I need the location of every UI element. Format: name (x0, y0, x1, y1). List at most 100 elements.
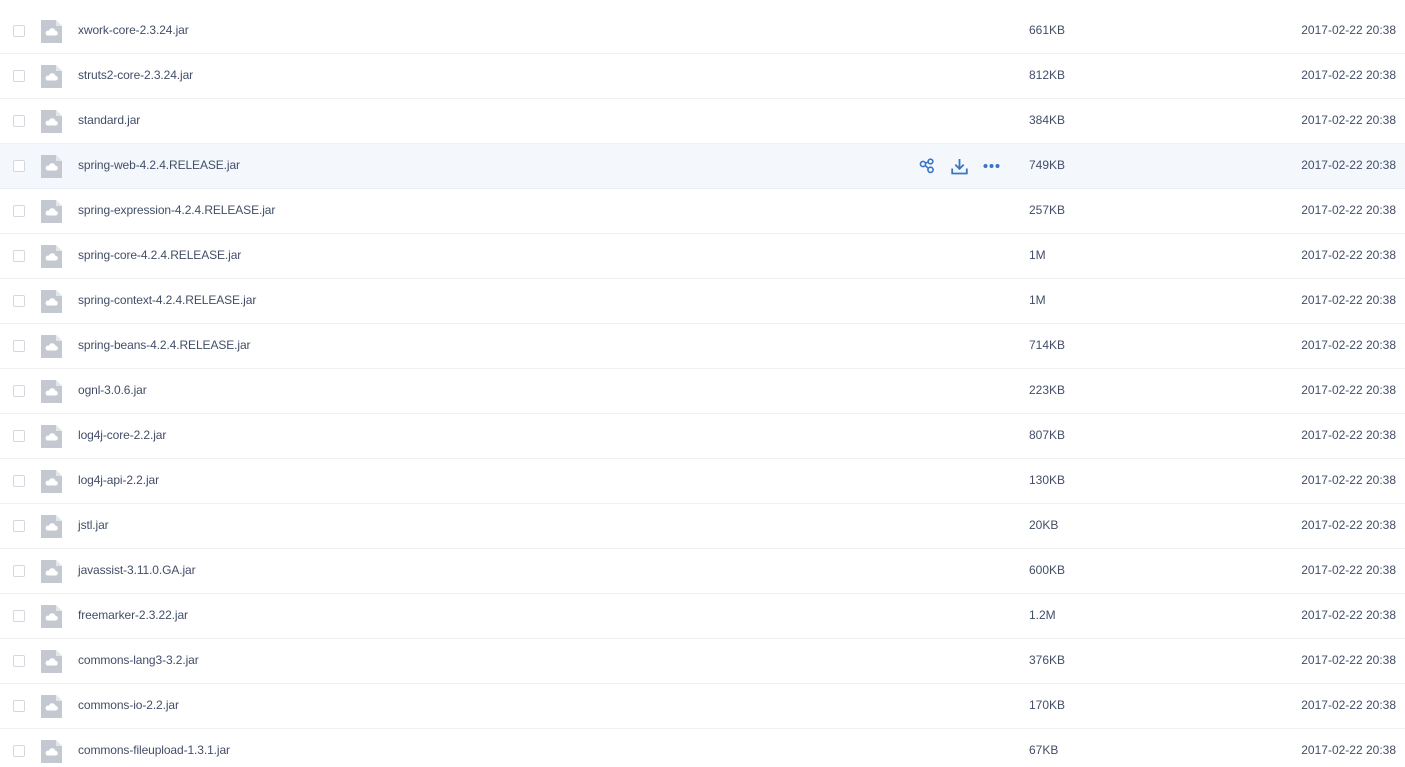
file-modified-date: 2017-02-22 20:38 (1301, 248, 1396, 262)
file-name[interactable]: xwork-core-2.3.24.jar (78, 23, 189, 37)
row-checkbox[interactable] (13, 250, 25, 262)
file-name[interactable]: commons-io-2.2.jar (78, 698, 179, 712)
file-size: 1M (1029, 248, 1046, 262)
share-button[interactable] (916, 156, 938, 176)
file-modified-date: 2017-02-22 20:38 (1301, 113, 1396, 127)
file-name[interactable]: commons-lang3-3.2.jar (78, 653, 199, 667)
file-row[interactable]: commons-fileupload-1.3.1.jar 67KB 2017-0… (0, 729, 1405, 767)
cloud-file-icon (41, 335, 62, 358)
file-name[interactable]: spring-beans-4.2.4.RELEASE.jar (78, 338, 251, 352)
cloud-file-icon (41, 20, 62, 43)
download-icon (950, 158, 968, 174)
file-modified-date: 2017-02-22 20:38 (1301, 518, 1396, 532)
file-modified-date: 2017-02-22 20:38 (1301, 158, 1396, 172)
file-size: 376KB (1029, 653, 1066, 667)
file-name[interactable]: spring-core-4.2.4.RELEASE.jar (78, 248, 241, 262)
row-checkbox[interactable] (13, 295, 25, 307)
file-size: 600KB (1029, 563, 1066, 577)
file-modified-date: 2017-02-22 20:38 (1301, 563, 1396, 577)
file-row[interactable]: freemarker-2.3.22.jar 1.2M 2017-02-22 20… (0, 594, 1405, 639)
file-size: 257KB (1029, 203, 1066, 217)
file-modified-date: 2017-02-22 20:38 (1301, 428, 1396, 442)
row-checkbox[interactable] (13, 25, 25, 37)
file-size: 812KB (1029, 68, 1066, 82)
row-checkbox[interactable] (13, 565, 25, 577)
file-modified-date: 2017-02-22 20:38 (1301, 608, 1396, 622)
cloud-file-icon (41, 560, 62, 583)
row-checkbox[interactable] (13, 520, 25, 532)
more-icon (983, 164, 999, 168)
row-checkbox[interactable] (13, 700, 25, 712)
file-name[interactable]: ognl-3.0.6.jar (78, 383, 147, 397)
file-size: 223KB (1029, 383, 1066, 397)
cloud-file-icon (41, 605, 62, 628)
cloud-file-icon (41, 290, 62, 313)
file-row[interactable]: spring-web-4.2.4.RELEASE.jar 749KB 2017-… (0, 144, 1405, 189)
row-checkbox[interactable] (13, 70, 25, 82)
row-checkbox[interactable] (13, 160, 25, 172)
file-row[interactable]: xwork-core-2.3.24.jar 661KB 2017-02-22 2… (0, 9, 1405, 54)
row-checkbox[interactable] (13, 655, 25, 667)
file-name[interactable]: spring-context-4.2.4.RELEASE.jar (78, 293, 256, 307)
cloud-file-icon (41, 740, 62, 763)
file-row[interactable]: commons-lang3-3.2.jar 376KB 2017-02-22 2… (0, 639, 1405, 684)
cloud-file-icon (41, 695, 62, 718)
file-name[interactable]: spring-expression-4.2.4.RELEASE.jar (78, 203, 275, 217)
file-size: 714KB (1029, 338, 1066, 352)
file-size: 20KB (1029, 518, 1059, 532)
file-modified-date: 2017-02-22 20:38 (1301, 653, 1396, 667)
file-modified-date: 2017-02-22 20:38 (1301, 743, 1396, 757)
file-row[interactable]: struts2-core-2.3.24.jar 812KB 2017-02-22… (0, 54, 1405, 99)
file-row[interactable]: log4j-api-2.2.jar 130KB 2017-02-22 20:38 (0, 459, 1405, 504)
row-checkbox[interactable] (13, 745, 25, 757)
file-row[interactable]: spring-core-4.2.4.RELEASE.jar 1M 2017-02… (0, 234, 1405, 279)
row-checkbox[interactable] (13, 385, 25, 397)
file-modified-date: 2017-02-22 20:38 (1301, 473, 1396, 487)
file-modified-date: 2017-02-22 20:38 (1301, 23, 1396, 37)
file-size: 67KB (1029, 743, 1059, 757)
row-checkbox[interactable] (13, 115, 25, 127)
cloud-file-icon (41, 470, 62, 493)
row-checkbox[interactable] (13, 475, 25, 487)
file-modified-date: 2017-02-22 20:38 (1301, 68, 1396, 82)
file-modified-date: 2017-02-22 20:38 (1301, 203, 1396, 217)
cloud-file-icon (41, 65, 62, 88)
file-name[interactable]: spring-web-4.2.4.RELEASE.jar (78, 158, 240, 172)
share-icon (919, 158, 934, 174)
cloud-file-icon (41, 380, 62, 403)
file-row[interactable]: spring-expression-4.2.4.RELEASE.jar 257K… (0, 189, 1405, 234)
file-row[interactable]: ognl-3.0.6.jar 223KB 2017-02-22 20:38 (0, 369, 1405, 414)
file-name[interactable]: javassist-3.11.0.GA.jar (78, 563, 196, 577)
file-name[interactable]: standard.jar (78, 113, 140, 127)
file-modified-date: 2017-02-22 20:38 (1301, 383, 1396, 397)
row-checkbox[interactable] (13, 610, 25, 622)
file-row[interactable]: standard.jar 384KB 2017-02-22 20:38 (0, 99, 1405, 144)
cloud-file-icon (41, 110, 62, 133)
file-size: 384KB (1029, 113, 1066, 127)
row-checkbox[interactable] (13, 340, 25, 352)
file-row[interactable]: log4j-core-2.2.jar 807KB 2017-02-22 20:3… (0, 414, 1405, 459)
file-name[interactable]: freemarker-2.3.22.jar (78, 608, 188, 622)
file-name[interactable]: struts2-core-2.3.24.jar (78, 68, 193, 82)
download-button[interactable] (948, 156, 970, 176)
file-name[interactable]: jstl.jar (78, 518, 109, 532)
file-rows: xwork-core-2.3.24.jar 661KB 2017-02-22 2… (0, 9, 1405, 767)
row-checkbox[interactable] (13, 430, 25, 442)
file-name[interactable]: log4j-api-2.2.jar (78, 473, 159, 487)
file-name[interactable]: commons-fileupload-1.3.1.jar (78, 743, 230, 757)
cloud-file-icon (41, 515, 62, 538)
cloud-file-icon (41, 155, 62, 178)
file-row[interactable]: commons-io-2.2.jar 170KB 2017-02-22 20:3… (0, 684, 1405, 729)
row-checkbox[interactable] (13, 205, 25, 217)
file-row[interactable]: jstl.jar 20KB 2017-02-22 20:38 (0, 504, 1405, 549)
file-row[interactable]: spring-context-4.2.4.RELEASE.jar 1M 2017… (0, 279, 1405, 324)
file-size: 749KB (1029, 158, 1066, 172)
file-name[interactable]: log4j-core-2.2.jar (78, 428, 166, 442)
file-size: 1.2M (1029, 608, 1056, 622)
file-row[interactable]: spring-beans-4.2.4.RELEASE.jar 714KB 201… (0, 324, 1405, 369)
more-button[interactable] (980, 156, 1002, 176)
cloud-file-icon (41, 200, 62, 223)
file-modified-date: 2017-02-22 20:38 (1301, 698, 1396, 712)
file-modified-date: 2017-02-22 20:38 (1301, 338, 1396, 352)
file-row[interactable]: javassist-3.11.0.GA.jar 600KB 2017-02-22… (0, 549, 1405, 594)
